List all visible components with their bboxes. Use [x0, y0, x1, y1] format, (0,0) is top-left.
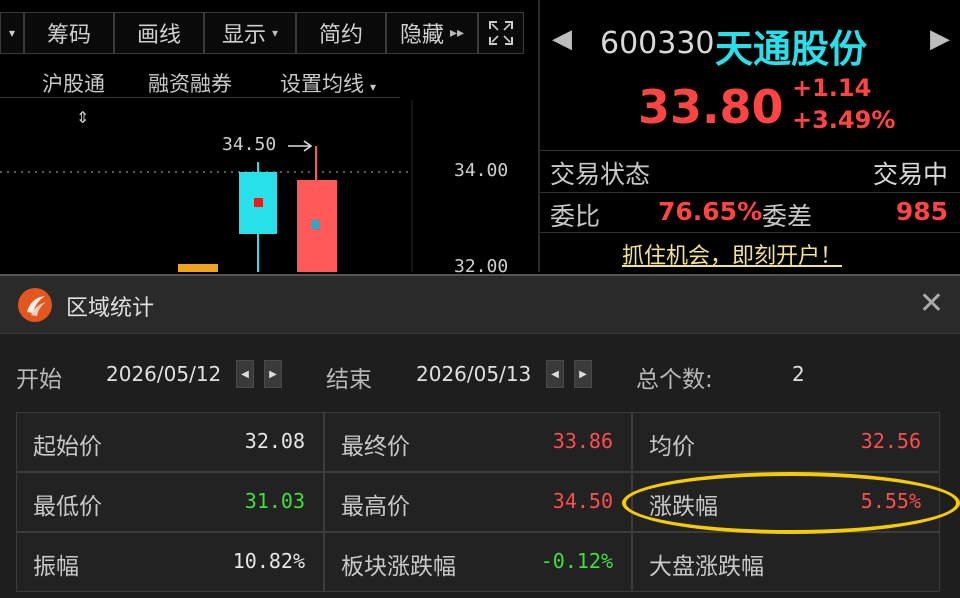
trade-status-label: 交易状态 [550, 160, 651, 189]
simple-button[interactable]: 简约 [296, 12, 386, 54]
open-account-link[interactable]: 抓住机会，即刻开户！ [622, 238, 842, 270]
stat-label: 大盘涨跌幅 [649, 554, 764, 580]
date-range-row: 开始 2026/05/12 ◀ ▶ 结束 2026/05/13 ◀ ▶ 总个数:… [0, 354, 960, 394]
display-button[interactable]: 显示 ▾ [204, 12, 296, 54]
trade-status-row: 交易状态 交易中 [540, 150, 960, 190]
chart-toolbar: ▾ 筹码 画线 显示 ▾ 简约 隐藏 ▸▸ [0, 12, 526, 54]
order-ratio-row: 委比 76.65% 委差 985 [540, 192, 960, 232]
start-label: 开始 [16, 367, 62, 393]
double-chevron-right-icon: ▸▸ [449, 25, 465, 41]
candle-marker [254, 198, 263, 207]
dialog-titlebar: 区域统计 ✕ [0, 276, 960, 334]
triangle-right-icon: ▶ [269, 368, 277, 380]
toolbar-dropdown-button[interactable]: ▾ [0, 12, 24, 54]
close-icon[interactable]: ✕ [919, 286, 944, 321]
candle-marker [311, 220, 320, 229]
weibi-label: 委比 [550, 202, 601, 231]
stat-label: 最高价 [341, 494, 410, 520]
start-date[interactable]: 2026/05/12 [106, 362, 221, 386]
dialog-title: 区域统计 [66, 296, 155, 321]
chips-label: 筹码 [46, 23, 91, 48]
prev-stock-icon[interactable]: ◀ [552, 24, 572, 54]
simple-label: 简约 [318, 23, 363, 48]
last-price: 33.80 [638, 80, 784, 134]
end-next-button[interactable]: ▶ [574, 360, 592, 388]
hk-connect-link[interactable]: 沪股通 [42, 68, 105, 98]
caret-down-icon: ▾ [370, 80, 377, 94]
trade-status-value: 交易中 [872, 160, 948, 189]
stat-label: 最终价 [341, 434, 410, 460]
price-tick: 34.00 [454, 160, 509, 181]
hide-button[interactable]: 隐藏 ▸▸ [386, 12, 478, 54]
stat-label: 起始价 [33, 434, 102, 460]
triangle-left-icon: ◀ [241, 368, 249, 380]
quote-panel: ◀ 600330 天通股份 ▶ 33.80 +1.14 +3.49% 交易状态 … [538, 0, 960, 272]
stat-cell-high: 最高价 34.50 [324, 472, 632, 532]
range-stats-dialog: 区域统计 ✕ 开始 2026/05/12 ◀ ▶ 结束 2026/05/13 ◀… [0, 274, 960, 598]
fullscreen-button[interactable] [478, 12, 524, 54]
fullscreen-icon [489, 21, 513, 45]
stock-name: 天通股份 [715, 27, 868, 71]
stat-value: -0.12% [540, 549, 613, 573]
stat-value: 10.82% [232, 549, 305, 573]
stat-cell-amplitude: 振幅 10.82% [16, 532, 324, 592]
stat-cell-avg-price: 均价 32.56 [632, 412, 940, 472]
quote-header: ◀ 600330 天通股份 ▶ [540, 18, 960, 71]
end-date[interactable]: 2026/05/13 [416, 362, 531, 386]
draw-line-label: 画线 [136, 23, 181, 48]
stat-cell-low: 最低价 31.03 [16, 472, 324, 532]
candlestick-plot [0, 100, 413, 272]
count-value: 2 [792, 362, 805, 386]
stat-value: 34.50 [552, 489, 613, 513]
weicha-value: 985 [895, 197, 948, 226]
draw-line-button[interactable]: 画线 [114, 12, 204, 54]
count-label: 总个数: [636, 367, 713, 393]
stat-cell-sector-change: 板块涨跌幅 -0.12% [324, 532, 632, 592]
highlight-oval [622, 472, 960, 534]
stat-cell-end-price: 最终价 33.86 [324, 412, 632, 472]
next-stock-icon[interactable]: ▶ [930, 24, 950, 54]
chart-subbar: 沪股通 融资融券 设置均线 ▾ [0, 64, 400, 98]
caret-down-icon: ▾ [8, 26, 16, 40]
triangle-left-icon: ◀ [551, 368, 559, 380]
hide-label: 隐藏 [399, 23, 444, 48]
set-ma-link[interactable]: 设置均线 ▾ [280, 68, 376, 98]
stat-cell-market-change: 大盘涨跌幅 [632, 532, 940, 592]
price-change: +1.14 [792, 74, 872, 102]
stat-label: 均价 [649, 434, 695, 460]
weibi-value: 76.65% [658, 197, 763, 226]
price-change-pct: +3.49% [792, 106, 896, 134]
candle-body [178, 264, 218, 272]
stat-value: 33.86 [552, 429, 613, 453]
set-ma-label: 设置均线 [280, 72, 364, 96]
stat-value: 31.03 [244, 489, 305, 513]
stat-label: 振幅 [33, 554, 79, 580]
end-label: 结束 [326, 367, 372, 393]
triangle-right-icon: ▶ [579, 368, 587, 380]
kline-chart-panel: ▾ 筹码 画线 显示▾ 简约 隐藏▸▸ 沪股通 融资融券 设置均线▾ ⇕ [0, 0, 538, 277]
start-next-button[interactable]: ▶ [264, 360, 282, 388]
caret-down-icon: ▾ [271, 26, 279, 40]
stat-cell-start-price: 起始价 32.08 [16, 412, 324, 472]
start-prev-button[interactable]: ◀ [236, 360, 254, 388]
display-label: 显示 [221, 23, 266, 48]
end-prev-button[interactable]: ◀ [546, 360, 564, 388]
stat-label: 板块涨跌幅 [341, 554, 456, 580]
stat-label: 最低价 [33, 494, 102, 520]
stock-code: 600330 [600, 26, 715, 61]
stat-value: 32.56 [860, 429, 921, 453]
stat-value: 32.08 [244, 429, 305, 453]
high-price-annotation: 34.50 [222, 134, 277, 155]
weicha-label: 委差 [762, 202, 813, 231]
chips-button[interactable]: 筹码 [24, 12, 114, 54]
margin-trading-link[interactable]: 融资融券 [148, 68, 232, 98]
app-logo-icon [18, 288, 52, 322]
